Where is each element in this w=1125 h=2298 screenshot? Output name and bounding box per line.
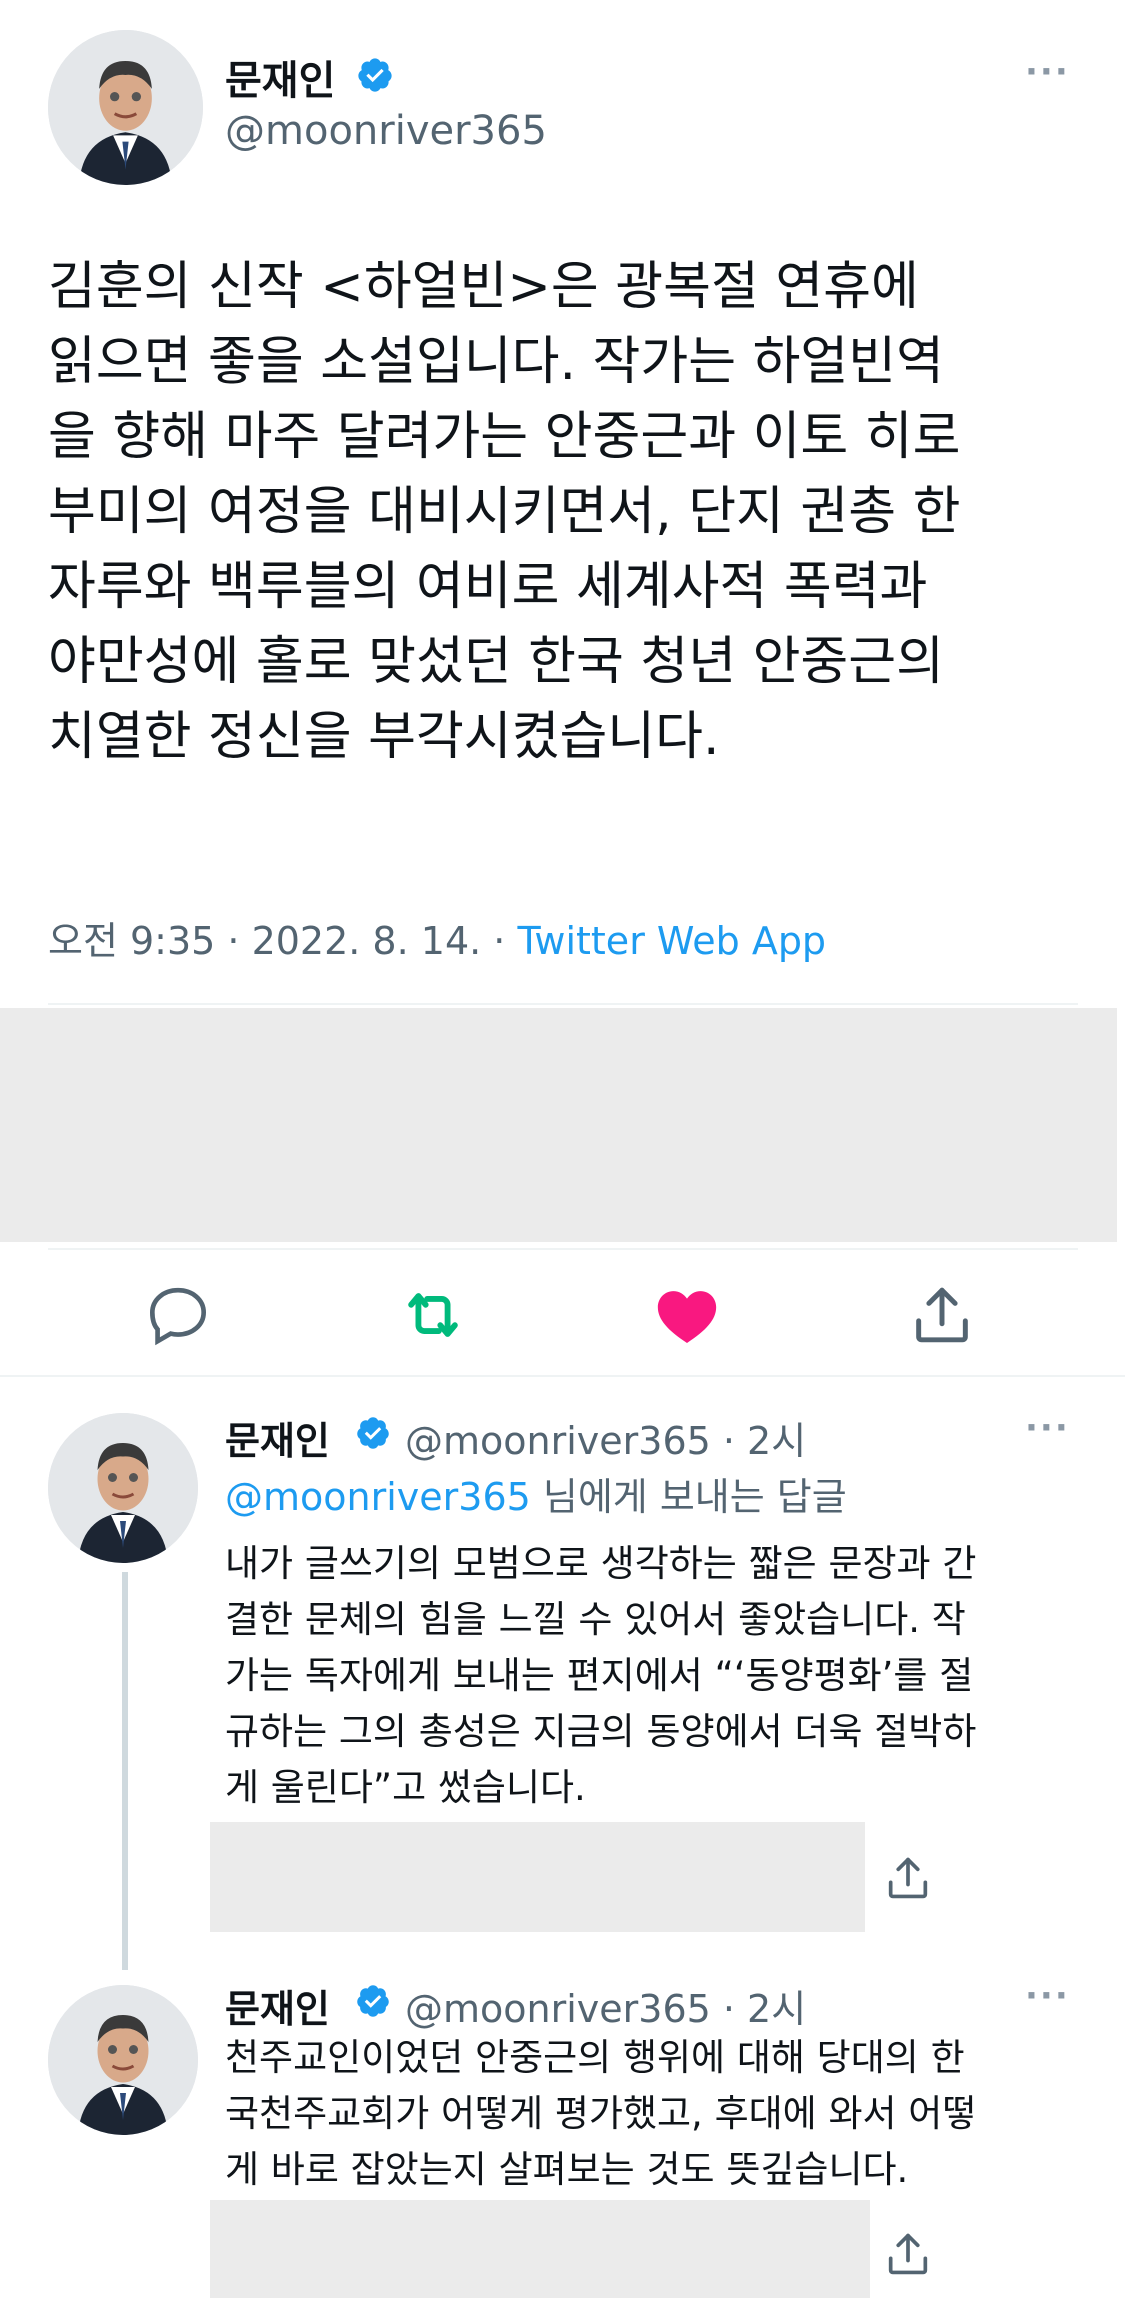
tweet-timestamp: 오전 9:35 · 2022. 8. 14. · Twitter Web App (48, 910, 826, 965)
redacted-actions-area (210, 2200, 870, 2298)
profile-photo (48, 30, 203, 185)
verified-badge-icon (357, 1417, 389, 1449)
tweet-text-line: 가는 독자에게 보내는 편지에서 “‘동양평화’를 절 (225, 1654, 974, 1697)
avatar[interactable] (48, 1985, 198, 2135)
tweet-text-line: 천주교인이었던 안중근의 행위에 대해 당대의 한 (225, 2036, 965, 2079)
tweet-text-line: 국천주교회가 어떻게 평가했고, 후대에 와서 어떻 (225, 2092, 977, 2135)
more-options-icon[interactable]: ··· (1025, 1408, 1070, 1448)
tweet-text: 김훈의 신작 <하얼빈>은 광복절 연휴에 읽으면 좋을 소설입니다. 작가는 … (48, 250, 1088, 775)
tweet-text-line: 자루와 백루블의 여비로 세계사적 폭력과 (48, 557, 928, 617)
avatar[interactable] (48, 1413, 198, 1563)
tweet-source-app[interactable]: Twitter Web App (517, 919, 826, 963)
tweet-text-line: 결한 문체의 힘을 느낄 수 있어서 좋았습니다. 작 (225, 1598, 966, 1641)
share-icon[interactable] (882, 1852, 934, 1904)
more-options-icon[interactable]: ··· (1025, 52, 1070, 92)
user-handle[interactable]: @moonriver365 · 2시 (405, 1410, 806, 1465)
divider (0, 1375, 1125, 1377)
tweet-text-line: 을 향해 마주 달려가는 안중근과 이토 히로 (48, 407, 961, 467)
tweet-text-line: 규하는 그의 총성은 지금의 동양에서 더욱 절박하 (225, 1710, 977, 1753)
reply-to-handle[interactable]: @moonriver365 (225, 1475, 531, 1519)
profile-photo (48, 1985, 198, 2135)
tweet-text-line: 김훈의 신작 <하얼빈>은 광복절 연휴에 (48, 257, 919, 317)
display-name[interactable]: 문재인 (225, 1410, 330, 1465)
tweet-text-line: 내가 글쓰기의 모범으로 생각하는 짧은 문장과 간 (225, 1542, 977, 1585)
heart-icon[interactable] (652, 1280, 722, 1350)
tweet-action-bar (0, 1270, 1125, 1360)
divider (48, 1003, 1078, 1005)
divider (48, 1248, 1078, 1250)
comment-icon[interactable] (143, 1280, 213, 1350)
tweet-text: 내가 글쓰기의 모범으로 생각하는 짧은 문장과 간 결한 문체의 힘을 느낄 … (225, 1536, 1105, 1816)
reply-to-label: 님에게 보내는 답글 (530, 1475, 847, 1519)
user-handle[interactable]: @moonriver365 · 2시 (405, 1978, 806, 2033)
redacted-stats-area (0, 1008, 1117, 1242)
display-name[interactable]: 문재인 (225, 1978, 330, 2033)
tweet-text-line: 게 울린다”고 썼습니다. (225, 1766, 586, 1809)
tweet-text-line: 부미의 여정을 대비시키면서, 단지 권총 한 (48, 482, 961, 542)
verified-badge-icon (357, 1985, 389, 2017)
tweet-text-line: 치열한 정신을 부각시켰습니다. (48, 707, 720, 767)
more-options-icon[interactable]: ··· (1025, 1976, 1070, 2016)
user-handle[interactable]: @moonriver365 (225, 108, 547, 154)
avatar[interactable] (48, 30, 203, 185)
share-icon[interactable] (882, 2228, 934, 2280)
tweet-text-line: 게 바로 잡았는지 살펴보는 것도 뜻깊습니다. (225, 2148, 909, 2191)
profile-photo (48, 1413, 198, 1563)
retweet-icon[interactable] (398, 1280, 468, 1350)
redacted-actions-area (210, 1822, 865, 1932)
reply-context: @moonriver365 님에게 보내는 답글 (225, 1466, 847, 1521)
display-name[interactable]: 문재인 (225, 48, 335, 106)
tweet-text: 천주교인이었던 안중근의 행위에 대해 당대의 한 국천주교회가 어떻게 평가했… (225, 2030, 1105, 2198)
tweet-text-line: 야만성에 홀로 맞섰던 한국 청년 안중근의 (48, 632, 944, 692)
tweet-time[interactable]: 오전 9:35 · 2022. 8. 14. · (48, 919, 517, 963)
tweet-text-line: 읽으면 좋을 소설입니다. 작가는 하얼빈역 (48, 332, 944, 392)
verified-badge-icon (358, 58, 392, 92)
thread-line (122, 1572, 128, 1970)
share-icon[interactable] (907, 1280, 977, 1350)
